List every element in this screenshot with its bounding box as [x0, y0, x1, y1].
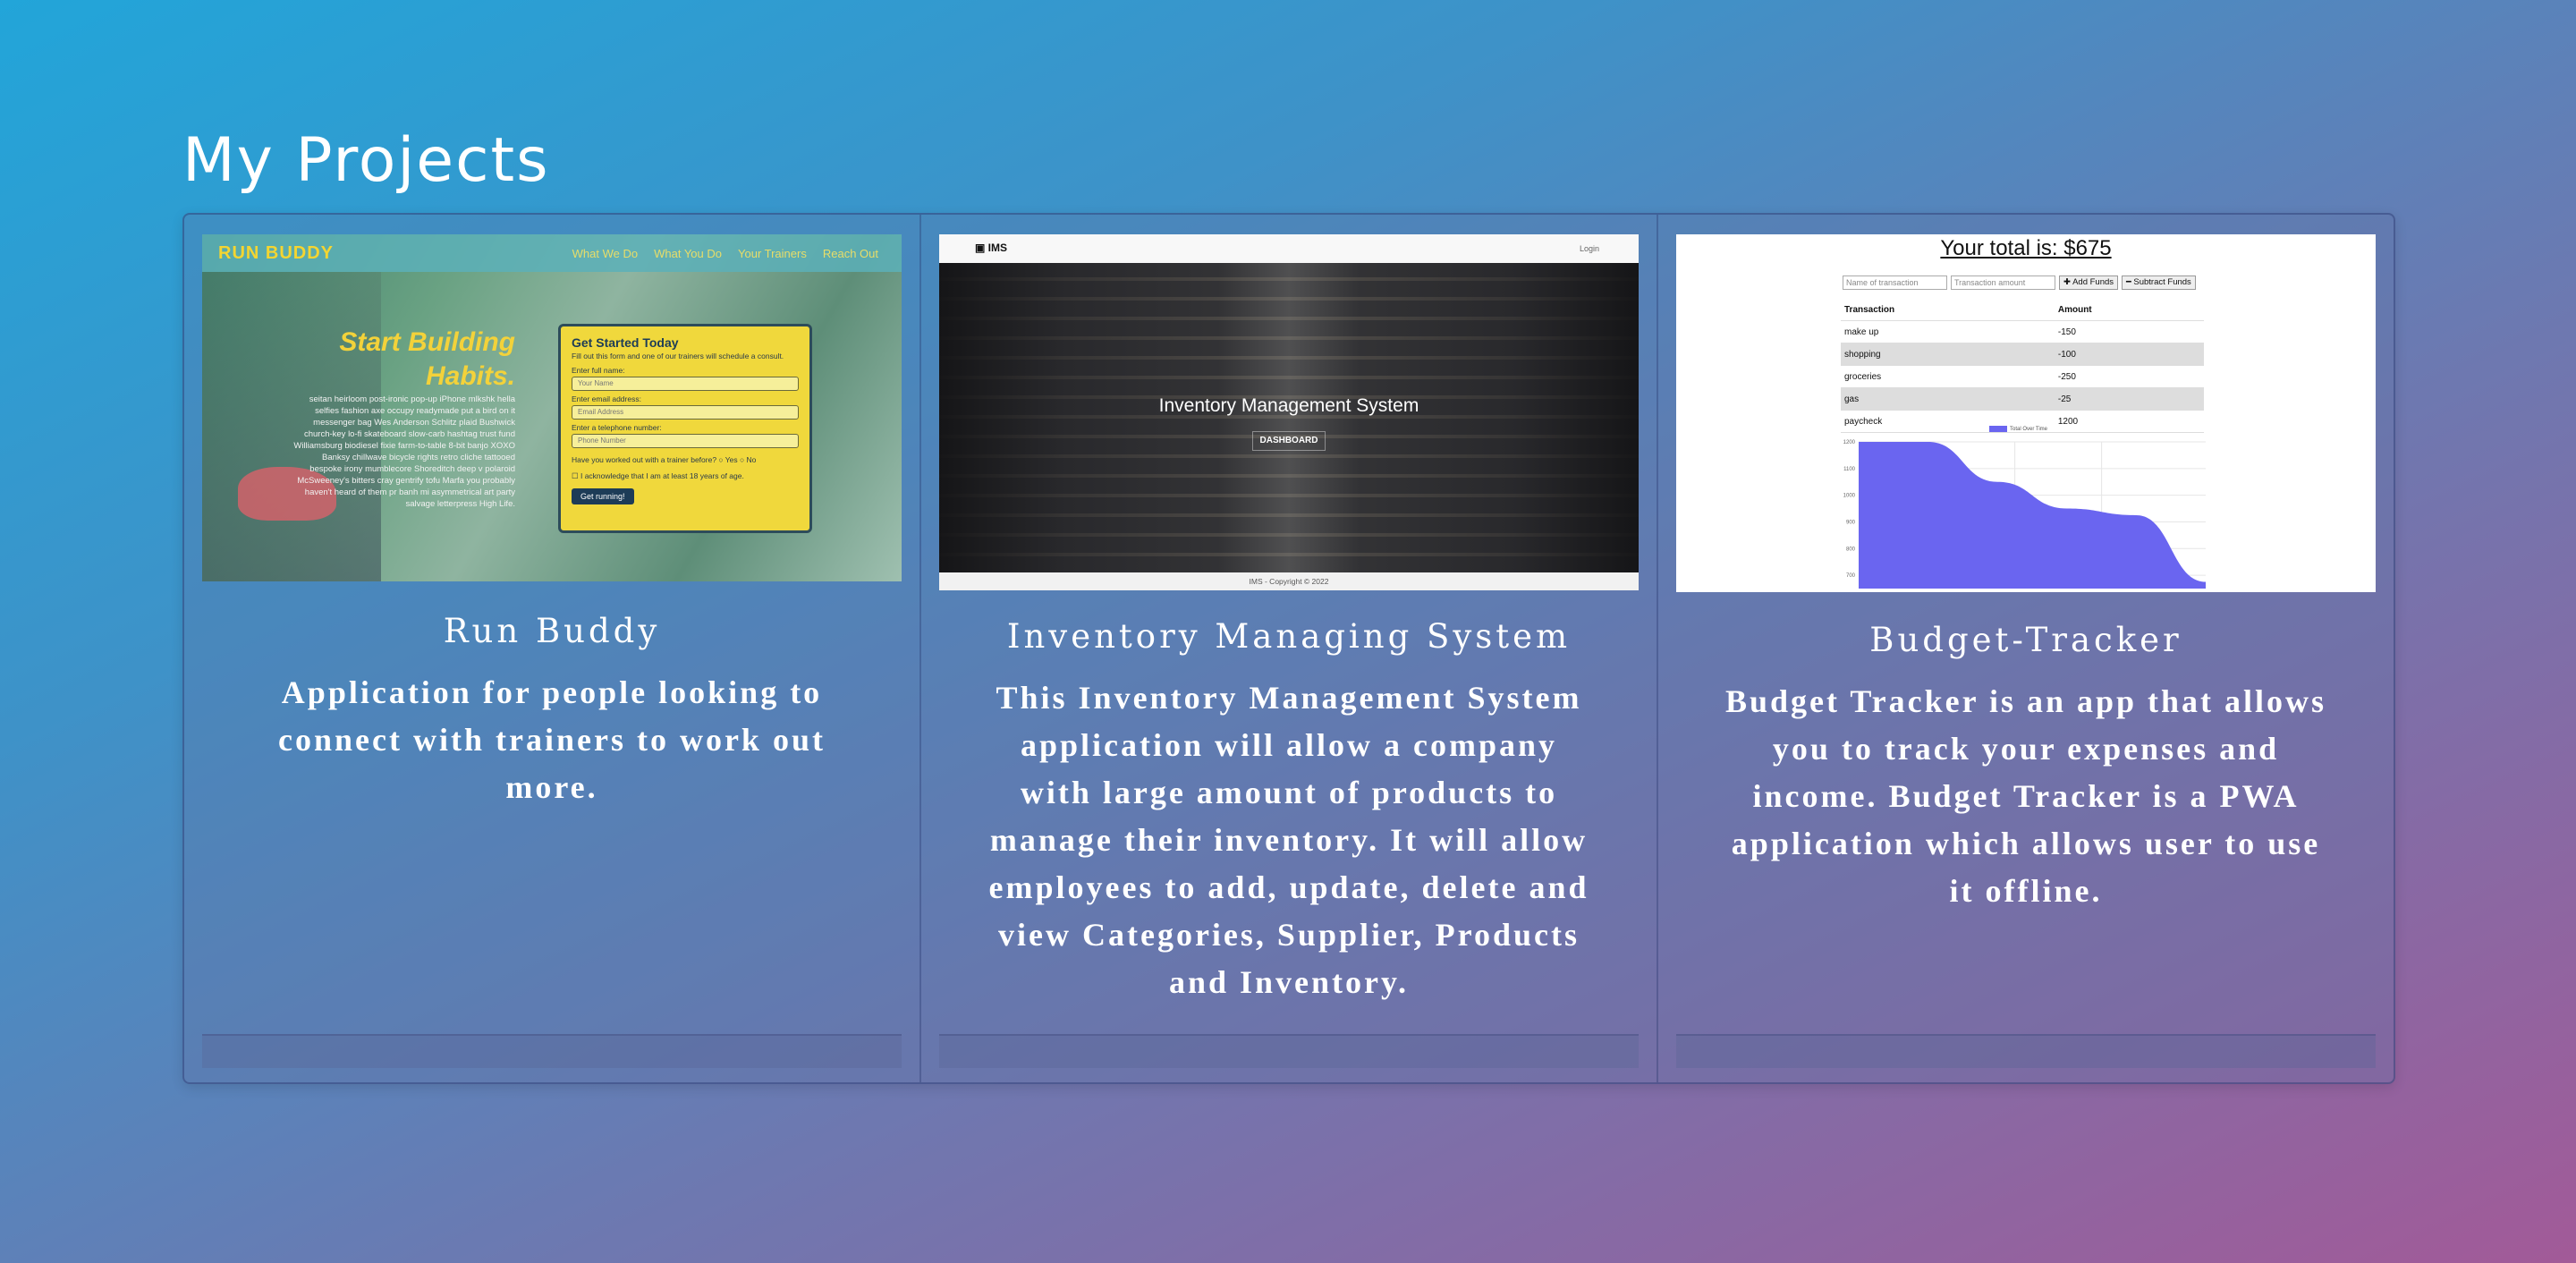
- total-heading: Your total is: $675: [1940, 236, 2112, 260]
- add-funds-button: ✚ Add Funds: [2059, 275, 2119, 290]
- project-description: This Inventory Management System applica…: [988, 680, 1589, 1000]
- project-card-budget-tracker[interactable]: Your total is: $675 Name of transaction …: [1658, 215, 2394, 1082]
- card-footer: [1676, 1034, 2376, 1068]
- y-tick-label: 1100: [1843, 467, 1856, 472]
- transaction-amount: -150: [2054, 320, 2204, 343]
- phone-input: Phone Number: [572, 434, 799, 448]
- transaction-amount: -25: [2054, 387, 2204, 411]
- project-description: Application for people looking to connec…: [278, 674, 826, 805]
- email-input: Email Address: [572, 405, 799, 420]
- name-label: Enter full name:: [572, 366, 625, 375]
- table-row: gas -25: [1841, 387, 2204, 411]
- get-running-button: Get running!: [572, 488, 634, 504]
- project-description: Budget Tracker is an app that allows you…: [1724, 683, 2327, 909]
- form-title: Get Started Today: [572, 335, 679, 350]
- thumbnail-navbar: ▣ IMS Login: [939, 234, 1639, 263]
- transaction-name: shopping: [1841, 343, 2055, 366]
- y-tick-label: 900: [1846, 520, 1856, 525]
- hero-title-line: Habits.: [425, 361, 515, 391]
- y-tick-label: 700: [1846, 573, 1856, 579]
- hero-title: Inventory Management System: [1158, 395, 1419, 416]
- trainer-question: Have you worked out with a trainer befor…: [572, 455, 757, 464]
- brand-text: IMS: [987, 242, 1008, 254]
- chart-legend: Total Over Time: [1989, 426, 2047, 432]
- phone-label: Enter a telephone number:: [572, 423, 662, 432]
- card-footer: [939, 1034, 1639, 1068]
- nav-item: What You Do: [654, 247, 722, 260]
- project-card-inventory[interactable]: ▣ IMS Login Inventory Management System …: [921, 215, 1658, 1082]
- y-tick-label: 1200: [1843, 440, 1856, 445]
- card-footer: [202, 1034, 902, 1068]
- transaction-name: gas: [1841, 387, 2055, 411]
- transaction-name-input: Name of transaction: [1843, 275, 1947, 290]
- project-title[interactable]: Run Buddy: [202, 612, 902, 650]
- dashboard-button: DASHBOARD: [1252, 431, 1326, 451]
- legend-label: Total Over Time: [2010, 426, 2048, 432]
- signup-form: Get Started Today Fill out this form and…: [558, 324, 812, 533]
- hero-title-line: Start Building: [339, 327, 515, 357]
- question-text: Have you worked out with a trainer befor…: [572, 455, 717, 464]
- hero-text: seitan heirloom post-ironic pop-up iPhon…: [293, 394, 515, 509]
- email-label: Enter email address:: [572, 394, 641, 403]
- transaction-amount: -100: [2054, 343, 2204, 366]
- project-title[interactable]: Budget-Tracker: [1676, 621, 2376, 659]
- y-tick-label: 800: [1846, 547, 1856, 552]
- yes-option: Yes: [724, 455, 738, 464]
- thumbnail-nav: What We Do What You Do Your Trainers Rea…: [572, 247, 878, 260]
- project-title[interactable]: Inventory Managing System: [939, 617, 1639, 656]
- warehouse-hero: Inventory Management System DASHBOARD: [939, 263, 1639, 572]
- column-header: Transaction: [1841, 299, 2055, 321]
- project-thumbnail[interactable]: ▣ IMS Login Inventory Management System …: [939, 234, 1639, 590]
- ims-brand: ▣ IMS: [975, 242, 1008, 254]
- project-thumbnail[interactable]: RUN BUDDY What We Do What You Do Your Tr…: [202, 234, 902, 581]
- total-over-time-chart: 1200 1100 1000 900 800 700: [1837, 437, 2213, 590]
- table-header-row: Transaction Amount: [1841, 299, 2204, 321]
- page-title: My Projects: [182, 125, 550, 196]
- transaction-name: groceries: [1841, 365, 2055, 388]
- project-card-run-buddy[interactable]: RUN BUDDY What We Do What You Do Your Tr…: [184, 215, 921, 1082]
- chart-svg: 1200 1100 1000 900 800 700: [1843, 440, 2206, 589]
- thumbnail-header: RUN BUDDY What We Do What You Do Your Tr…: [202, 234, 902, 272]
- transactions-table: Transaction Amount make up -150 shopping…: [1841, 299, 2204, 433]
- age-checkbox: ☐ I acknowledge that I am at least 18 ye…: [572, 471, 744, 480]
- name-input: Your Name: [572, 377, 799, 391]
- projects-panel: RUN BUDDY What We Do What You Do Your Tr…: [182, 213, 2395, 1084]
- project-thumbnail[interactable]: Your total is: $675 Name of transaction …: [1676, 234, 2376, 592]
- nav-item: Your Trainers: [738, 247, 807, 260]
- transaction-name: make up: [1841, 320, 2055, 343]
- table-row: make up -150: [1841, 320, 2204, 343]
- no-option: No: [746, 455, 757, 464]
- subtract-funds-button: ━ Subtract Funds: [2122, 275, 2196, 290]
- column-header: Amount: [2054, 299, 2204, 321]
- logo: RUN BUDDY: [218, 243, 334, 263]
- transaction-amount: -250: [2054, 365, 2204, 388]
- legend-swatch: [1989, 426, 2007, 432]
- ack-text: I acknowledge that I am at least 18 year…: [580, 471, 744, 480]
- thumbnail-footer: IMS - Copyright © 2022: [939, 572, 1639, 590]
- total-area-series: [1859, 442, 2206, 589]
- transaction-controls: Name of transaction Transaction amount ✚…: [1843, 275, 2196, 290]
- y-tick-label: 1000: [1843, 494, 1856, 499]
- form-subtitle: Fill out this form and one of our traine…: [572, 352, 784, 360]
- nav-item: Reach Out: [822, 247, 878, 260]
- login-link: Login: [1579, 244, 1599, 253]
- table-row: shopping -100: [1841, 343, 2204, 366]
- hero-title: Start Building Habits.: [339, 326, 515, 394]
- table-row: groceries -250: [1841, 365, 2204, 388]
- transaction-amount-input: Transaction amount: [1951, 275, 2055, 290]
- nav-item: What We Do: [572, 247, 639, 260]
- transaction-amount: 1200: [2054, 410, 2204, 433]
